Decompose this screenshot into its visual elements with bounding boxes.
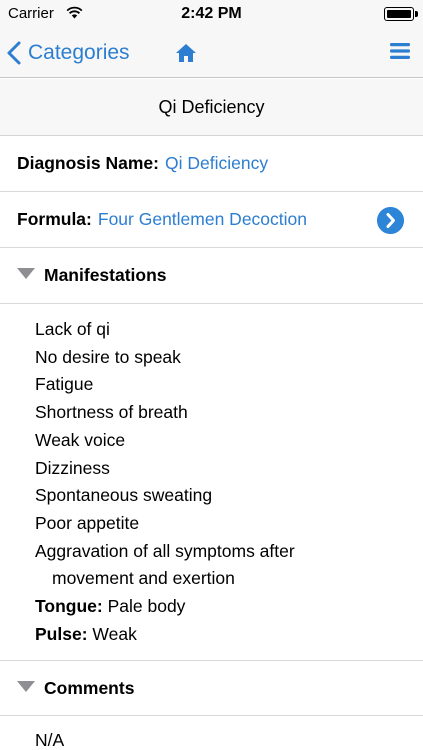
manifestations-heading: Manifestations: [44, 265, 167, 285]
page-title: Qi Deficiency: [158, 96, 265, 117]
formula-link[interactable]: Four Gentlemen Decoction: [98, 209, 307, 230]
diagnosis-link[interactable]: Qi Deficiency: [165, 153, 268, 174]
pulse-line: Pulse: Weak: [35, 621, 295, 649]
comments-header[interactable]: Comments: [0, 660, 423, 716]
formula-row[interactable]: Formula: Four Gentlemen Decoction: [0, 192, 423, 248]
status-bar: Carrier 2:42 PM: [0, 0, 423, 28]
list-item: Lack of qi: [35, 319, 110, 339]
comments-heading: Comments: [44, 677, 135, 698]
list-item: Aggravation of all symptoms after: [35, 540, 295, 561]
chevron-left-icon: [7, 41, 21, 65]
chevron-right-circle-icon[interactable]: [377, 207, 404, 234]
clock-time: 2:42 PM: [181, 5, 242, 22]
list-item: Spontaneous sweating: [35, 485, 213, 506]
pulse-label: Pulse:: [35, 623, 88, 644]
comments-value: N/A: [35, 730, 65, 750]
list-item: Shortness of breath: [35, 402, 188, 423]
triangle-down-icon[interactable]: [17, 268, 35, 279]
list-item: No desire to speak: [35, 346, 181, 367]
page-title-bar: Qi Deficiency: [0, 79, 423, 136]
formula-label: Formula:: [17, 209, 92, 229]
list-item: Dizziness: [35, 457, 110, 478]
hamburger-menu-icon[interactable]: [390, 41, 410, 61]
tongue-line: Tongue: Pale body: [35, 593, 295, 621]
back-button-label: Categories: [28, 41, 130, 64]
list-item: Poor appetite: [35, 512, 140, 533]
navigation-bar: Categories: [0, 28, 423, 78]
list-item-continuation: movement and exertion: [52, 568, 235, 589]
tongue-label: Tongue:: [35, 596, 103, 617]
manifestations-header[interactable]: Manifestations: [0, 248, 423, 304]
pulse-value: Weak: [92, 623, 137, 644]
diagnosis-label: Diagnosis Name:: [17, 153, 159, 173]
home-icon[interactable]: [175, 42, 197, 64]
diagnosis-row: Diagnosis Name: Qi Deficiency: [0, 136, 423, 192]
list-item: Fatigue: [35, 374, 94, 395]
list-item: Weak voice: [35, 429, 126, 450]
battery-icon: [384, 7, 418, 21]
back-button[interactable]: Categories: [4, 39, 130, 67]
tongue-value: Pale body: [107, 596, 186, 617]
triangle-down-icon[interactable]: [17, 680, 35, 692]
manifestations-list: Lack of qi No desire to speak Fatigue Sh…: [35, 316, 295, 648]
